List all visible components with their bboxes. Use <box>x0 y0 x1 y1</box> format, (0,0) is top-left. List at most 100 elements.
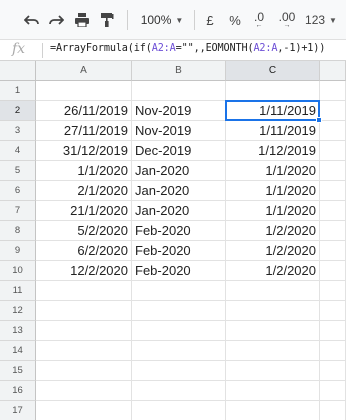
fill-handle[interactable] <box>316 117 322 123</box>
row-header[interactable]: 17 <box>0 401 36 420</box>
cell-c4[interactable]: 1/12/2019 <box>226 141 320 161</box>
cell-overflow[interactable] <box>320 321 346 341</box>
cell-overflow[interactable] <box>320 281 346 301</box>
cell-c14[interactable] <box>226 341 320 361</box>
paint-format-icon[interactable] <box>97 10 117 30</box>
cell-c7[interactable]: 1/1/2020 <box>226 201 320 221</box>
cell-b13[interactable] <box>132 321 226 341</box>
increase-decimals-button[interactable]: .00 → <box>274 10 300 30</box>
cell-b8[interactable]: Feb-2020 <box>132 221 226 241</box>
cell-c6[interactable]: 1/1/2020 <box>226 181 320 201</box>
cell-overflow[interactable] <box>320 181 346 201</box>
cell-b7[interactable]: Jan-2020 <box>132 201 226 221</box>
row-header[interactable]: 5 <box>0 161 36 181</box>
row-header[interactable]: 8 <box>0 221 36 241</box>
currency-format-button[interactable]: £ <box>201 10 219 30</box>
more-formats-select[interactable]: 123 ▼ <box>302 10 340 30</box>
cell-b6[interactable]: Jan-2020 <box>132 181 226 201</box>
cell-a12[interactable] <box>36 301 132 321</box>
cell-overflow[interactable] <box>320 241 346 261</box>
cell-b4[interactable]: Dec-2019 <box>132 141 226 161</box>
cell-c17[interactable] <box>226 401 320 420</box>
cell-overflow[interactable] <box>320 401 346 420</box>
cell-overflow[interactable] <box>320 161 346 181</box>
cell-b17[interactable] <box>132 401 226 420</box>
cell-overflow[interactable] <box>320 381 346 401</box>
row-header[interactable]: 4 <box>0 141 36 161</box>
cell-c2[interactable]: 1/11/2019 <box>226 101 320 121</box>
column-header-c[interactable]: C <box>226 61 320 81</box>
print-icon[interactable] <box>72 10 92 30</box>
cell-overflow[interactable] <box>320 81 346 101</box>
cell-c12[interactable] <box>226 301 320 321</box>
cell-c15[interactable] <box>226 361 320 381</box>
cell-a4[interactable]: 31/12/2019 <box>36 141 132 161</box>
cell-c13[interactable] <box>226 321 320 341</box>
cell-b16[interactable] <box>132 381 226 401</box>
cell-a5[interactable]: 1/1/2020 <box>36 161 132 181</box>
cell-c9[interactable]: 1/2/2020 <box>226 241 320 261</box>
cell-a16[interactable] <box>36 381 132 401</box>
cell-a2[interactable]: 26/11/2019 <box>36 101 132 121</box>
row-header[interactable]: 9 <box>0 241 36 261</box>
cell-b14[interactable] <box>132 341 226 361</box>
cell-b9[interactable]: Feb-2020 <box>132 241 226 261</box>
cell-overflow[interactable] <box>320 301 346 321</box>
cell-a13[interactable] <box>36 321 132 341</box>
select-all-corner[interactable] <box>0 61 36 81</box>
cell-overflow[interactable] <box>320 141 346 161</box>
cell-b1[interactable] <box>132 81 226 101</box>
row-header[interactable]: 7 <box>0 201 36 221</box>
cell-overflow[interactable] <box>320 261 346 281</box>
cell-a6[interactable]: 2/1/2020 <box>36 181 132 201</box>
cell-b15[interactable] <box>132 361 226 381</box>
row-header[interactable]: 14 <box>0 341 36 361</box>
cell-overflow[interactable] <box>320 221 346 241</box>
cell-a8[interactable]: 5/2/2020 <box>36 221 132 241</box>
row-header[interactable]: 11 <box>0 281 36 301</box>
row-header[interactable]: 16 <box>0 381 36 401</box>
cell-overflow[interactable] <box>320 361 346 381</box>
cell-a14[interactable] <box>36 341 132 361</box>
row-header[interactable]: 10 <box>0 261 36 281</box>
column-header-b[interactable]: B <box>132 61 226 81</box>
cell-overflow[interactable] <box>320 101 346 121</box>
undo-icon[interactable] <box>22 10 42 30</box>
row-header[interactable]: 1 <box>0 81 36 101</box>
cell-b5[interactable]: Jan-2020 <box>132 161 226 181</box>
cell-overflow[interactable] <box>320 201 346 221</box>
cell-a9[interactable]: 6/2/2020 <box>36 241 132 261</box>
cell-a10[interactable]: 12/2/2020 <box>36 261 132 281</box>
row-header[interactable]: 15 <box>0 361 36 381</box>
cell-b2[interactable]: Nov-2019 <box>132 101 226 121</box>
zoom-select[interactable]: 100% ▼ <box>136 10 188 30</box>
redo-icon[interactable] <box>46 10 66 30</box>
cell-b3[interactable]: Nov-2019 <box>132 121 226 141</box>
formula-input[interactable]: =ArrayFormula(if(A2:A="",,EOMONTH(A2:A,-… <box>50 43 325 54</box>
row-header[interactable]: 13 <box>0 321 36 341</box>
cell-b12[interactable] <box>132 301 226 321</box>
cell-c11[interactable] <box>226 281 320 301</box>
cell-b10[interactable]: Feb-2020 <box>132 261 226 281</box>
column-header-a[interactable]: A <box>36 61 132 81</box>
cell-c5[interactable]: 1/1/2020 <box>226 161 320 181</box>
cell-c8[interactable]: 1/2/2020 <box>226 221 320 241</box>
decrease-decimals-button[interactable]: .0 ← <box>248 10 270 30</box>
cell-a11[interactable] <box>36 281 132 301</box>
percent-format-button[interactable]: % <box>226 10 244 30</box>
cell-a1[interactable] <box>36 81 132 101</box>
row-header[interactable]: 3 <box>0 121 36 141</box>
cell-overflow[interactable] <box>320 121 346 141</box>
cell-overflow[interactable] <box>320 341 346 361</box>
cell-c10[interactable]: 1/2/2020 <box>226 261 320 281</box>
cell-c16[interactable] <box>226 381 320 401</box>
cell-a7[interactable]: 21/1/2020 <box>36 201 132 221</box>
cell-b11[interactable] <box>132 281 226 301</box>
row-header[interactable]: 6 <box>0 181 36 201</box>
cell-c1[interactable] <box>226 81 320 101</box>
row-header[interactable]: 2 <box>0 101 36 121</box>
row-header[interactable]: 12 <box>0 301 36 321</box>
cell-c3[interactable]: 1/11/2019 <box>226 121 320 141</box>
cell-a17[interactable] <box>36 401 132 420</box>
cell-a3[interactable]: 27/11/2019 <box>36 121 132 141</box>
